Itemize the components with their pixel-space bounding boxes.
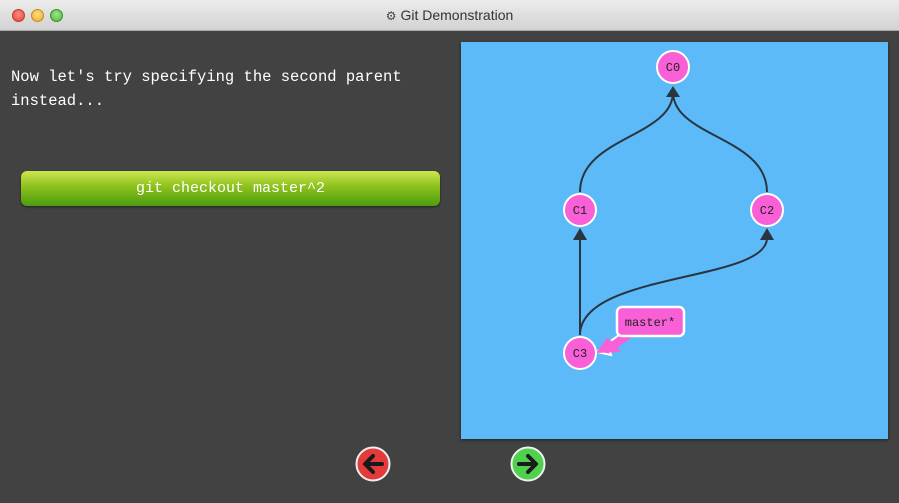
git-graph-canvas: C0 C1 C2 C3 master* bbox=[461, 42, 888, 439]
edge-c3-c1-arrowhead bbox=[573, 228, 587, 240]
branch-master[interactable]: master* bbox=[615, 305, 686, 338]
instruction-text: Now let's try specifying the second pare… bbox=[11, 68, 402, 110]
git-command-button[interactable]: git checkout master^2 bbox=[21, 171, 440, 206]
commit-c0-label: C0 bbox=[666, 61, 680, 75]
app-window: ⚙ Git Demonstration Now let's try specify… bbox=[0, 0, 899, 503]
commit-c2-label: C2 bbox=[760, 204, 774, 218]
git-graph: C0 C1 C2 C3 master* bbox=[563, 50, 784, 370]
commit-c1-label: C1 bbox=[573, 204, 587, 218]
commit-c1[interactable]: C1 bbox=[563, 193, 597, 227]
previous-button[interactable] bbox=[355, 446, 391, 482]
commit-c3[interactable]: C3 bbox=[563, 336, 597, 370]
edge-c2-c0 bbox=[672, 91, 768, 193]
commit-c3-label: C3 bbox=[573, 347, 587, 361]
window-title: ⚙ Git Demonstration bbox=[0, 7, 899, 23]
commit-c0[interactable]: C0 bbox=[656, 50, 690, 84]
edge-c3-c2-arrowhead bbox=[760, 228, 774, 240]
edge-c1-c0 bbox=[579, 91, 674, 193]
window-title-text: Git Demonstration bbox=[400, 7, 514, 23]
commit-c2[interactable]: C2 bbox=[750, 193, 784, 227]
title-bar: ⚙ Git Demonstration bbox=[0, 0, 899, 31]
next-button[interactable] bbox=[510, 446, 546, 482]
branch-master-label: master* bbox=[625, 316, 675, 330]
gear-icon: ⚙ bbox=[385, 9, 397, 23]
